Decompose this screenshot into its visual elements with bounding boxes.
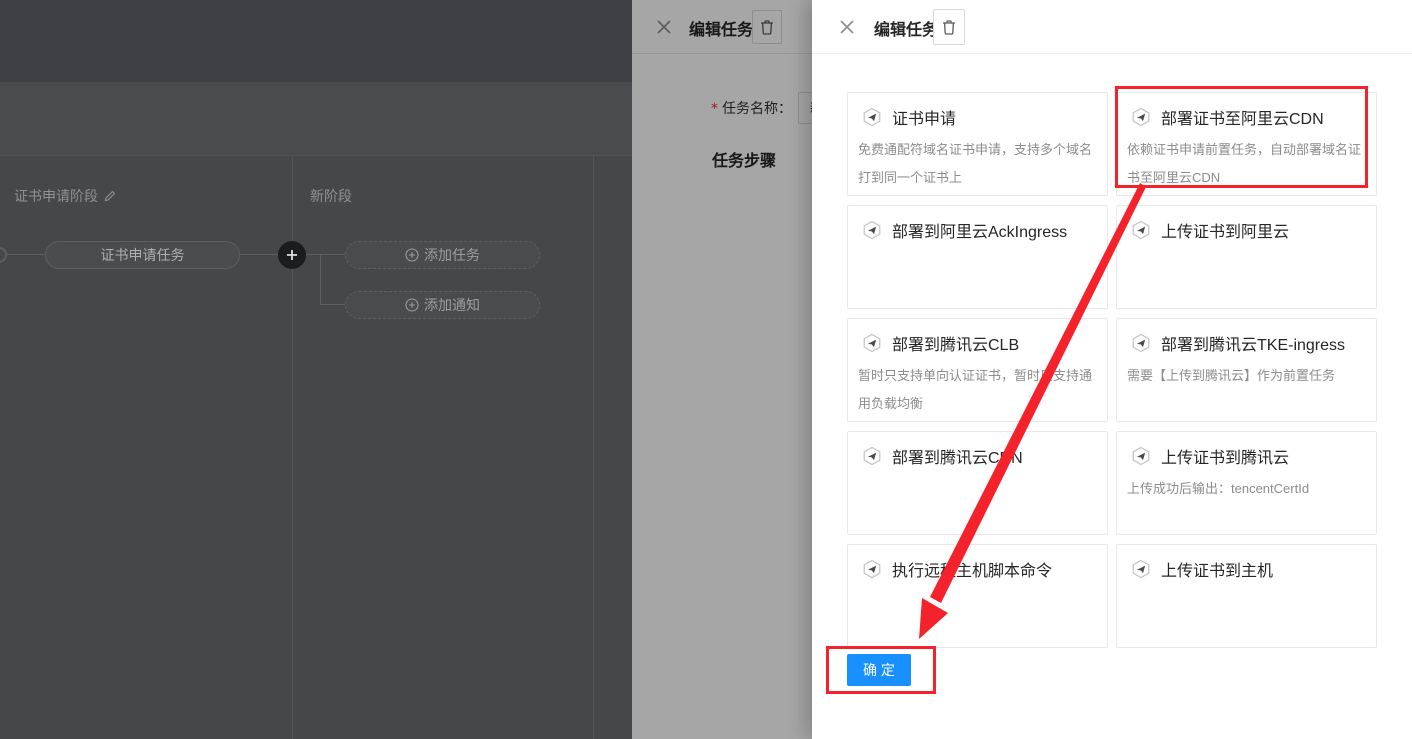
task-type-icon	[1131, 107, 1151, 127]
task-card-cert-apply[interactable]: 证书申请 免费通配符域名证书申请，支持多个域名打到同一个证书上	[847, 92, 1108, 196]
workflow-canvas: 证书申请阶段 新阶段 证书申请任务 添加任务	[0, 0, 632, 739]
card-description: 依赖证书申请前置任务，自动部署域名证书至阿里云CDN	[1127, 136, 1366, 192]
stage-title-text: 证书申请阶段	[14, 186, 98, 206]
add-task-label: 添加任务	[424, 245, 480, 265]
task-card-deploy-tencent-tke-ingress[interactable]: 部署到腾讯云TKE-ingress 需要【上传到腾讯云】作为前置任务	[1116, 318, 1377, 422]
task-type-card-grid: 证书申请 免费通配符域名证书申请，支持多个域名打到同一个证书上 部署证书至阿里云…	[847, 92, 1377, 648]
task-type-icon	[862, 220, 882, 240]
app-header-dimmed	[0, 0, 632, 82]
task-card-deploy-tencent-cdn[interactable]: 部署到腾讯云CDN	[847, 431, 1108, 535]
card-description: 暂时只支持单向认证证书，暂时只支持通用负载均衡	[858, 362, 1097, 418]
card-title: 部署到腾讯云TKE-ingress	[1161, 331, 1345, 355]
circle-plus-icon	[405, 248, 419, 262]
card-description: 需要【上传到腾讯云】作为前置任务	[1127, 362, 1366, 390]
task-type-icon	[862, 333, 882, 353]
task-type-icon	[1131, 333, 1151, 353]
task-card-upload-aliyun[interactable]: 上传证书到阿里云	[1116, 205, 1377, 309]
task-type-icon	[862, 107, 882, 127]
task-card-deploy-aliyun-ackingress[interactable]: 部署到阿里云AckIngress	[847, 205, 1108, 309]
task-card-deploy-aliyun-cdn[interactable]: 部署证书至阿里云CDN 依赖证书申请前置任务，自动部署域名证书至阿里云CDN	[1116, 92, 1377, 196]
task-type-icon	[1131, 446, 1151, 466]
add-notice-button-dimmed: 添加通知	[345, 291, 540, 319]
card-title: 上传证书到阿里云	[1161, 218, 1289, 242]
task-type-icon	[862, 446, 882, 466]
task-card-upload-tencent[interactable]: 上传证书到腾讯云 上传成功后输出：tencentCertId	[1116, 431, 1377, 535]
task-card-upload-host[interactable]: 上传证书到主机	[1116, 544, 1377, 648]
card-title: 证书申请	[892, 105, 956, 129]
card-title: 上传证书到腾讯云	[1161, 444, 1289, 468]
task-node-label: 证书申请任务	[101, 245, 185, 265]
task-type-icon	[1131, 559, 1151, 579]
task-node-cert-apply: 证书申请任务	[45, 241, 240, 269]
card-title: 部署到腾讯云CDN	[892, 444, 1023, 468]
add-task-button-dimmed: 添加任务	[345, 241, 540, 269]
flow-connector	[306, 254, 345, 255]
task-card-deploy-tencent-clb[interactable]: 部署到腾讯云CLB 暂时只支持单向认证证书，暂时只支持通用负载均衡	[847, 318, 1108, 422]
card-title: 执行远程主机脚本命令	[892, 557, 1052, 581]
task-card-remote-script[interactable]: 执行远程主机脚本命令	[847, 544, 1108, 648]
trash-icon	[942, 19, 956, 35]
card-title: 部署证书至阿里云CDN	[1161, 105, 1324, 129]
flow-connector	[7, 254, 45, 255]
task-type-icon	[1131, 220, 1151, 240]
add-notice-label: 添加通知	[424, 295, 480, 315]
card-description: 免费通配符域名证书申请，支持多个域名打到同一个证书上	[858, 136, 1097, 192]
add-stage-plus-button	[278, 241, 306, 269]
close-icon[interactable]	[838, 18, 856, 36]
picker-header: 编辑任务	[812, 0, 1412, 54]
stage-title-text: 新阶段	[310, 186, 352, 206]
card-title: 部署到腾讯云CLB	[892, 331, 1019, 355]
flow-connector	[240, 254, 279, 255]
card-description: 上传成功后输出：tencentCertId	[1127, 475, 1366, 503]
flow-start-node	[0, 247, 7, 263]
page: 证书申请阶段 新阶段 证书申请任务 添加任务	[0, 0, 1412, 739]
task-type-picker-drawer: 编辑任务 证书申请 免费通配符域名证书申请，支持多个域名打到同一个证书上	[812, 0, 1412, 739]
edit-pencil-icon	[104, 190, 116, 202]
flow-connector	[320, 254, 321, 304]
circle-plus-icon	[405, 298, 419, 312]
plus-icon	[286, 249, 298, 261]
delete-task-button[interactable]	[933, 9, 965, 45]
flow-connector	[320, 304, 345, 305]
picker-title: 编辑任务	[874, 16, 938, 40]
stage-divider	[593, 156, 594, 739]
pipeline-toolbar-dimmed	[0, 82, 632, 156]
card-title: 上传证书到主机	[1161, 557, 1273, 581]
card-title: 部署到阿里云AckIngress	[892, 218, 1067, 242]
stage-title-cert-apply: 证书申请阶段	[14, 186, 116, 206]
task-type-icon	[862, 559, 882, 579]
confirm-button[interactable]: 确 定	[847, 654, 911, 686]
stage-title-new-stage: 新阶段	[310, 186, 352, 206]
